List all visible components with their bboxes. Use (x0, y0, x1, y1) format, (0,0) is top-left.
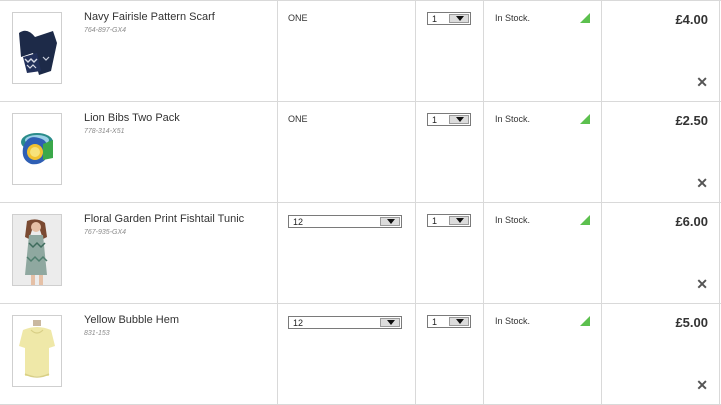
column-divider (415, 304, 416, 404)
stock-flag-icon (580, 13, 590, 23)
item-price: £6.00 (675, 214, 708, 229)
column-divider (601, 203, 602, 303)
column-divider (601, 102, 602, 202)
shopping-bag-table: Navy Fairisle Pattern Scarf 764-897-GX4 … (0, 0, 721, 405)
size-value: 12 (293, 318, 304, 328)
product-name[interactable]: Lion Bibs Two Pack (84, 112, 180, 124)
dropdown-button[interactable] (380, 318, 400, 327)
column-divider (483, 304, 484, 404)
dropdown-button[interactable] (449, 216, 469, 225)
quantity-value: 1 (432, 216, 438, 226)
quantity-select[interactable]: 1 (427, 315, 471, 328)
column-divider (719, 304, 720, 404)
column-divider (415, 1, 416, 101)
size-value: ONE (288, 114, 308, 124)
product-code: 767-935-GX4 (84, 229, 127, 236)
bag-item-row: Navy Fairisle Pattern Scarf 764-897-GX4 … (0, 0, 721, 101)
scarf-image (13, 13, 61, 83)
product-name[interactable]: Yellow Bubble Hem (84, 314, 179, 326)
tunic-image (13, 215, 61, 285)
size-value: ONE (288, 13, 308, 23)
bibs-image (13, 114, 61, 184)
column-divider (601, 304, 602, 404)
chevron-down-icon (387, 219, 395, 224)
product-code: 778-314-X51 (84, 128, 125, 135)
quantity-select[interactable]: 1 (427, 113, 471, 126)
stock-status: In Stock. (495, 215, 531, 225)
product-image[interactable] (12, 12, 62, 84)
size-value: 12 (293, 217, 304, 227)
quantity-select[interactable]: 1 (427, 214, 471, 227)
quantity-value: 1 (432, 115, 438, 125)
dropdown-button[interactable] (449, 317, 469, 326)
quantity-value: 1 (432, 317, 438, 327)
column-divider (719, 203, 720, 303)
bag-item-row: Floral Garden Print Fishtail Tunic 767-9… (0, 202, 721, 303)
chevron-down-icon (456, 319, 464, 324)
product-code: 831-153 (84, 330, 110, 337)
column-divider (277, 203, 278, 303)
column-divider (277, 102, 278, 202)
product-image[interactable] (12, 214, 62, 286)
stock-status: In Stock. (495, 13, 531, 23)
stock-flag-icon (580, 114, 590, 124)
column-divider (483, 1, 484, 101)
chevron-down-icon (456, 218, 464, 223)
chevron-down-icon (456, 16, 464, 21)
item-price: £4.00 (675, 12, 708, 27)
stock-flag-icon (580, 215, 590, 225)
dropdown-button[interactable] (449, 14, 469, 23)
item-price: £5.00 (675, 315, 708, 330)
remove-item-button[interactable]: ✕ (696, 176, 708, 190)
remove-item-button[interactable]: ✕ (696, 378, 708, 392)
column-divider (719, 102, 720, 202)
quantity-select[interactable]: 1 (427, 12, 471, 25)
item-price: £2.50 (675, 113, 708, 128)
top-image (13, 316, 61, 386)
chevron-down-icon (387, 320, 395, 325)
column-divider (277, 1, 278, 101)
product-name[interactable]: Navy Fairisle Pattern Scarf (84, 11, 215, 23)
column-divider (483, 102, 484, 202)
chevron-down-icon (456, 117, 464, 122)
column-divider (415, 102, 416, 202)
bag-item-row: Yellow Bubble Hem 831-153 12 1 In Stock.… (0, 303, 721, 405)
size-select[interactable]: 12 (288, 215, 402, 228)
product-image[interactable] (12, 315, 62, 387)
product-name[interactable]: Floral Garden Print Fishtail Tunic (84, 213, 244, 225)
column-divider (483, 203, 484, 303)
stock-status: In Stock. (495, 316, 531, 326)
size-select[interactable]: 12 (288, 316, 402, 329)
product-image[interactable] (12, 113, 62, 185)
remove-item-button[interactable]: ✕ (696, 277, 708, 291)
bag-item-row: Lion Bibs Two Pack 778-314-X51 ONE 1 In … (0, 101, 721, 202)
column-divider (277, 304, 278, 404)
column-divider (719, 1, 720, 101)
stock-flag-icon (580, 316, 590, 326)
stock-status: In Stock. (495, 114, 531, 124)
column-divider (415, 203, 416, 303)
column-divider (601, 1, 602, 101)
quantity-value: 1 (432, 14, 438, 24)
dropdown-button[interactable] (380, 217, 400, 226)
dropdown-button[interactable] (449, 115, 469, 124)
product-code: 764-897-GX4 (84, 27, 127, 34)
remove-item-button[interactable]: ✕ (696, 75, 708, 89)
